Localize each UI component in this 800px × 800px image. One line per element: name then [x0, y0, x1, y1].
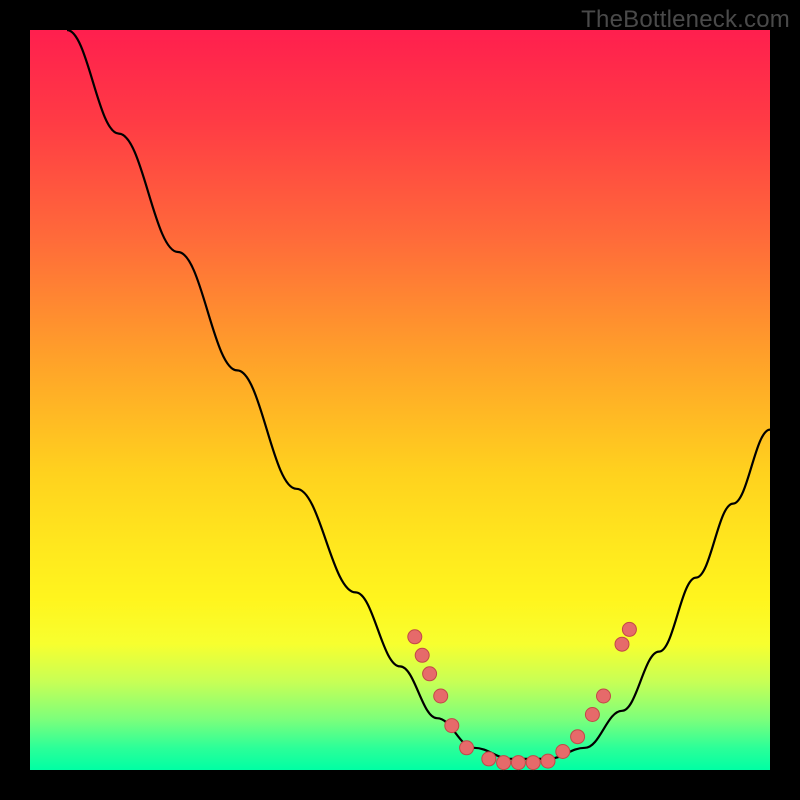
marker-point: [460, 741, 474, 755]
plot-area: [30, 30, 770, 770]
marker-point: [482, 752, 496, 766]
marker-point: [541, 754, 555, 768]
marker-point: [408, 630, 422, 644]
marker-point: [597, 689, 611, 703]
marker-point: [571, 730, 585, 744]
marker-point: [415, 648, 429, 662]
marker-point: [434, 689, 448, 703]
marker-point: [585, 708, 599, 722]
marker-point: [622, 622, 636, 636]
marker-point: [615, 637, 629, 651]
chart-svg: [30, 30, 770, 770]
marker-point: [526, 756, 540, 770]
marker-point: [511, 756, 525, 770]
marker-point: [497, 756, 511, 770]
marker-point: [445, 719, 459, 733]
marker-point: [423, 667, 437, 681]
chart-frame: TheBottleneck.com: [0, 0, 800, 800]
marker-points-group: [408, 622, 637, 769]
marker-point: [556, 745, 570, 759]
